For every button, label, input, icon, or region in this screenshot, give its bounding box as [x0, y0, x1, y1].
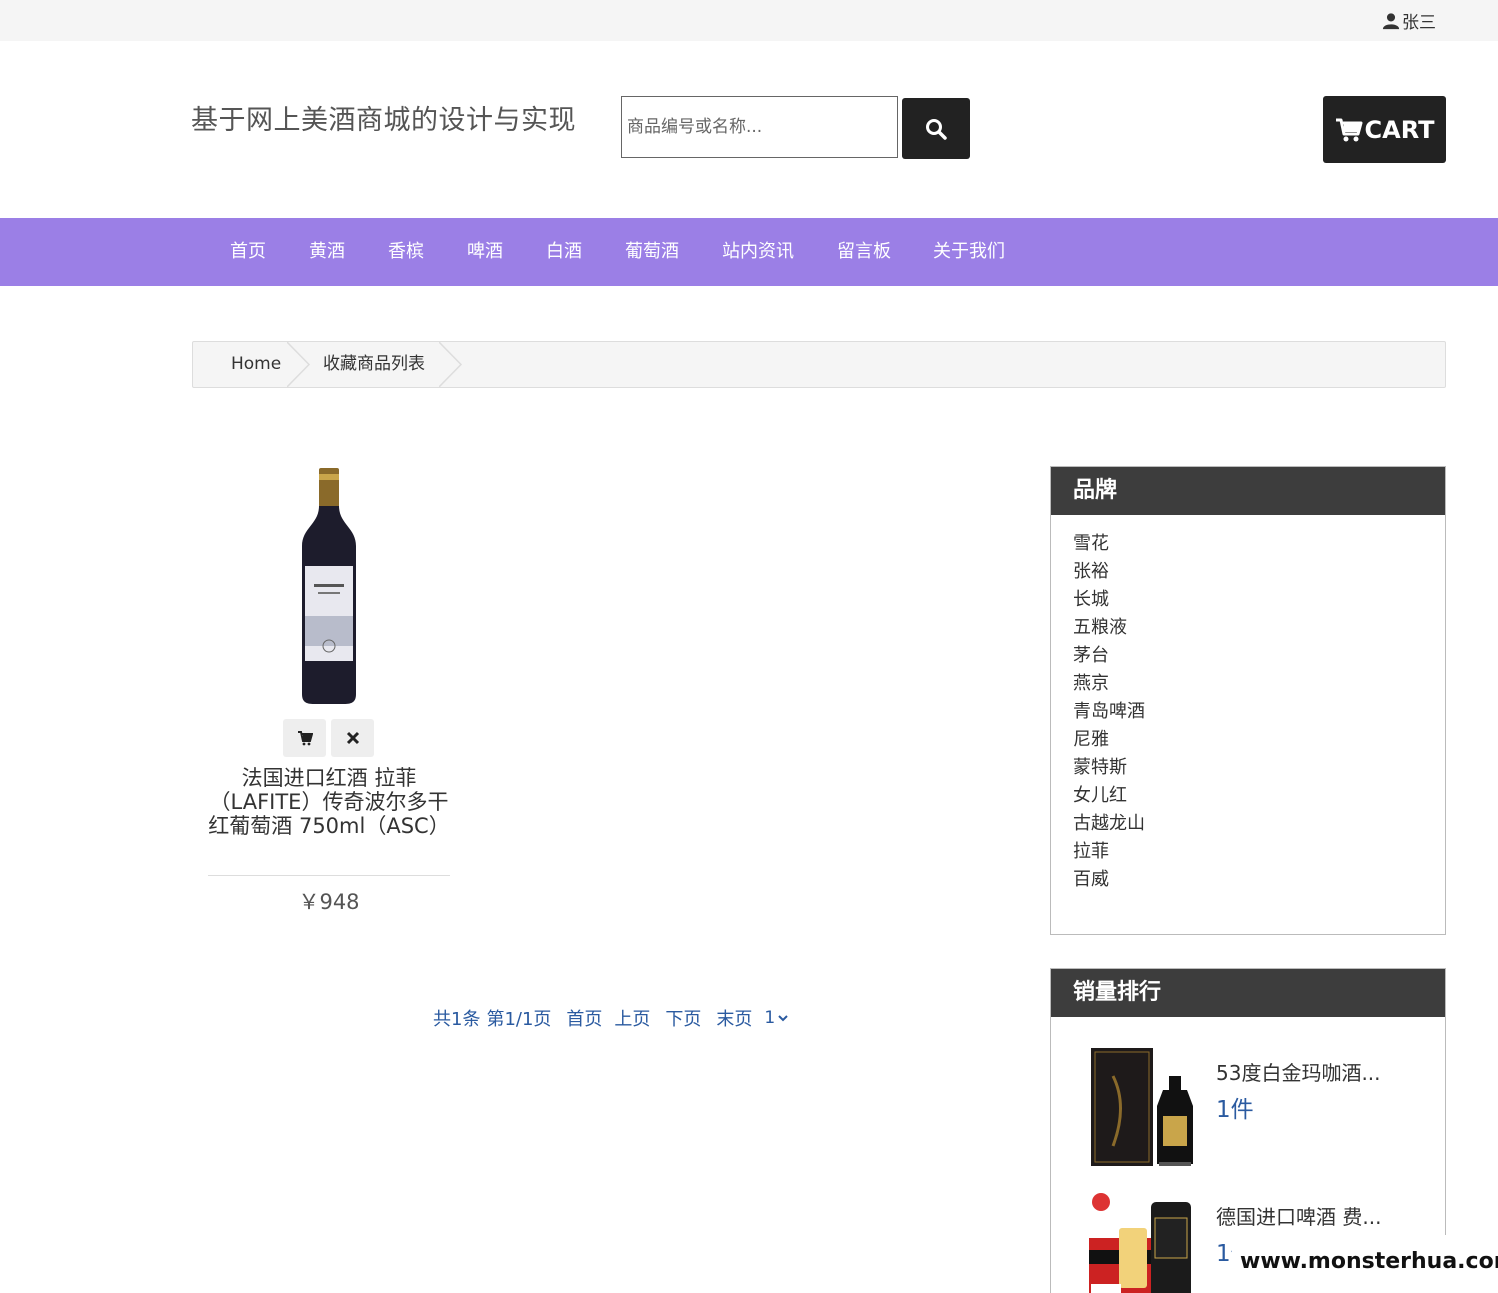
- nav-item-grape-wine[interactable]: 葡萄酒: [625, 218, 679, 286]
- divider: [208, 875, 450, 876]
- watermark: www.monsterhua.com: [1232, 1235, 1498, 1293]
- sales-rank-title: 销量排行: [1051, 969, 1445, 1017]
- brand-item[interactable]: 尼雅: [1073, 726, 1445, 754]
- brand-item[interactable]: 古越龙山: [1073, 810, 1445, 838]
- pagination-total: 共1条: [433, 1009, 481, 1030]
- rank-item[interactable]: 53度白金玛咖酒... 1件: [1051, 1041, 1445, 1181]
- pagination-next[interactable]: 下页: [665, 1005, 701, 1031]
- brand-item[interactable]: 燕京: [1073, 670, 1445, 698]
- pagination: 共1条 第1/1页 首页 上页 下页 末页 1: [433, 1005, 792, 1031]
- brand-item[interactable]: 张裕: [1073, 558, 1445, 586]
- brand-item[interactable]: 茅台: [1073, 642, 1445, 670]
- breadcrumb: Home 收藏商品列表: [192, 341, 1446, 388]
- product-name[interactable]: 法国进口红酒 拉菲（LAFITE）传奇波尔多干红葡萄酒 750ml（ASC）: [208, 766, 450, 838]
- search-input[interactable]: [621, 96, 898, 158]
- brand-item[interactable]: 五粮液: [1073, 614, 1445, 642]
- chevron-right-icon: [287, 342, 311, 387]
- page-select[interactable]: 1: [760, 1007, 792, 1029]
- brand-panel: 品牌 雪花 张裕 长城 五粮液 茅台 燕京 青岛啤酒 尼雅 蒙特斯 女儿红 古越…: [1050, 466, 1446, 935]
- nav-item-champagne[interactable]: 香槟: [388, 218, 424, 286]
- cart-button[interactable]: CART: [1323, 96, 1446, 163]
- user-icon: [1382, 12, 1400, 29]
- rank-item-name[interactable]: 53度白金玛咖酒...: [1216, 1057, 1381, 1086]
- breadcrumb-current: 收藏商品列表: [323, 354, 425, 374]
- pagination-last[interactable]: 末页: [716, 1005, 752, 1031]
- brand-list: 雪花 张裕 长城 五粮液 茅台 燕京 青岛啤酒 尼雅 蒙特斯 女儿红 古越龙山 …: [1051, 515, 1445, 894]
- brand-item[interactable]: 长城: [1073, 586, 1445, 614]
- product-price: ￥948: [298, 890, 360, 914]
- product-image[interactable]: [1083, 1046, 1208, 1171]
- brand-item[interactable]: 拉菲: [1073, 838, 1445, 866]
- product-image[interactable]: [1083, 1188, 1208, 1293]
- site-title[interactable]: 基于网上美酒商城的设计与实现: [191, 98, 576, 137]
- cart-icon: [297, 731, 313, 746]
- product-image[interactable]: [294, 466, 364, 706]
- pagination-prev[interactable]: 上页: [614, 1005, 650, 1031]
- brand-item[interactable]: 雪花: [1073, 530, 1445, 558]
- watermark-text: www.monsterhua.com: [1240, 1249, 1498, 1274]
- brand-item[interactable]: 女儿红: [1073, 782, 1445, 810]
- nav-item-news[interactable]: 站内资讯: [722, 218, 794, 286]
- cart-icon: [1335, 118, 1363, 141]
- brand-panel-title: 品牌: [1051, 467, 1445, 515]
- user-menu[interactable]: 张三: [1382, 8, 1436, 33]
- nav-item-baijiu[interactable]: 白酒: [546, 218, 582, 286]
- pagination-first[interactable]: 首页: [566, 1005, 602, 1031]
- search-button[interactable]: [902, 98, 970, 159]
- breadcrumb-home[interactable]: Home: [231, 342, 281, 387]
- brand-item[interactable]: 百威: [1073, 866, 1445, 894]
- top-bar: 张三: [0, 0, 1498, 41]
- nav-item-beer[interactable]: 啤酒: [467, 218, 503, 286]
- chevron-right-icon: [439, 342, 463, 387]
- brand-item[interactable]: 青岛啤酒: [1073, 698, 1445, 726]
- user-name: 张三: [1402, 13, 1436, 33]
- cart-label: CART: [1364, 115, 1435, 144]
- nav-item-yellow-wine[interactable]: 黄酒: [309, 218, 345, 286]
- nav-item-message-board[interactable]: 留言板: [837, 218, 891, 286]
- search-icon: [926, 118, 947, 140]
- remove-favorite-button[interactable]: [331, 719, 374, 757]
- nav-item-home[interactable]: 首页: [230, 218, 266, 286]
- rank-item-count: 1件: [1216, 1097, 1254, 1123]
- pagination-page-info: 第1/1页: [486, 1009, 552, 1030]
- rank-item-name[interactable]: 德国进口啤酒 费...: [1216, 1201, 1381, 1230]
- brand-item[interactable]: 蒙特斯: [1073, 754, 1445, 782]
- add-to-cart-button[interactable]: [283, 719, 326, 757]
- close-icon: [346, 731, 359, 745]
- nav-item-about[interactable]: 关于我们: [933, 218, 1005, 286]
- main-nav: 首页 黄酒 香槟 啤酒 白酒 葡萄酒 站内资讯 留言板 关于我们: [0, 218, 1498, 286]
